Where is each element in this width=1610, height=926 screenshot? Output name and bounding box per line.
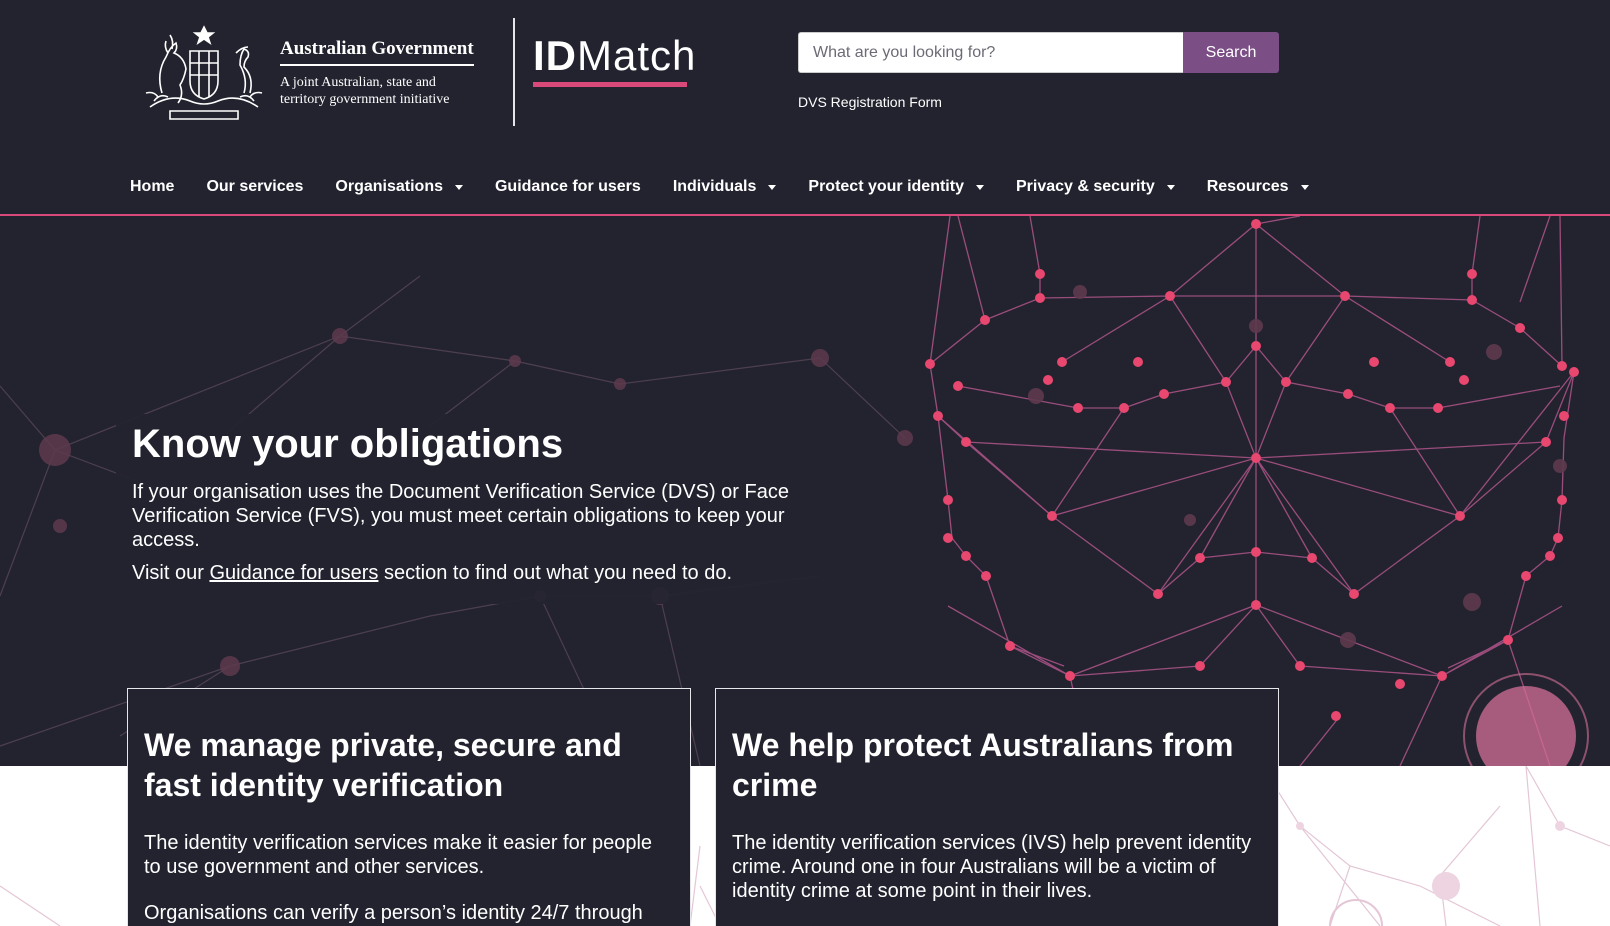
nav-label: Home bbox=[130, 178, 175, 195]
nav-protect-your-identity[interactable]: Protect your identity bbox=[792, 178, 1000, 196]
search-form: Search bbox=[798, 32, 1279, 73]
hero-title: Know your obligations bbox=[132, 422, 564, 466]
card-text-secondary: Organisations can verify a person’s iden… bbox=[144, 902, 643, 924]
government-subtitle: A joint Australian, state and territory … bbox=[280, 75, 450, 107]
info-card-verification: We manage private, secure and fast ident… bbox=[127, 688, 691, 926]
government-name: Australian Government bbox=[280, 38, 474, 66]
nav-label: Individuals bbox=[672, 178, 757, 195]
nav-guidance-for-users[interactable]: Guidance for users bbox=[479, 178, 657, 196]
nav-our-services[interactable]: Our services bbox=[190, 178, 319, 196]
caret-down-icon bbox=[975, 184, 984, 190]
hero-paragraph: If your organisation uses the Document V… bbox=[132, 481, 789, 551]
caret-down-icon bbox=[454, 184, 463, 190]
nav-individuals[interactable]: Individuals bbox=[657, 178, 793, 196]
idmatch-logo-link[interactable]: IDMatch bbox=[533, 32, 696, 87]
government-logo-link[interactable]: Australian Government A joint Australian… bbox=[140, 18, 530, 128]
nav-label: Organisations bbox=[335, 178, 443, 195]
guidance-for-users-link[interactable]: Guidance for users bbox=[209, 562, 378, 584]
coat-of-arms-icon bbox=[145, 25, 263, 120]
brand-underline bbox=[533, 82, 687, 87]
card-text: The identity verification services make … bbox=[144, 832, 653, 878]
nav-label: Protect your identity bbox=[808, 178, 964, 195]
nav-label: Our services bbox=[206, 178, 304, 195]
caret-down-icon bbox=[768, 184, 777, 190]
main-nav: Home Our services Organisations Guidance… bbox=[114, 170, 1325, 204]
caret-down-icon bbox=[1300, 184, 1309, 190]
nav-label: Guidance for users bbox=[494, 178, 641, 195]
search-button[interactable]: Search bbox=[1183, 32, 1279, 73]
idmatch-wordmark: IDMatch bbox=[533, 32, 696, 80]
site-header: Australian Government A joint Australian… bbox=[0, 0, 1610, 216]
logo-divider bbox=[513, 18, 515, 126]
card-title: We manage private, secure and fast ident… bbox=[144, 727, 622, 803]
nav-label: Resources bbox=[1206, 178, 1289, 195]
hero-visit-text: Visit our Guidance for users section to … bbox=[132, 562, 732, 585]
dvs-registration-link[interactable]: DVS Registration Form bbox=[798, 94, 942, 110]
nav-home[interactable]: Home bbox=[114, 178, 190, 196]
nav-organisations[interactable]: Organisations bbox=[319, 178, 479, 196]
hero-banner: Know your obligations If your organisati… bbox=[0, 216, 1610, 766]
card-title: We help protect Australians from crime bbox=[732, 727, 1234, 803]
brand-bold: ID bbox=[533, 32, 577, 79]
nav-privacy-security[interactable]: Privacy & security bbox=[1000, 178, 1191, 196]
nav-resources[interactable]: Resources bbox=[1191, 178, 1325, 196]
brand-rest: Match bbox=[577, 32, 697, 79]
visit-suffix: section to find out what you need to do. bbox=[378, 562, 733, 584]
nav-label: Privacy & security bbox=[1015, 178, 1155, 195]
caret-down-icon bbox=[1166, 184, 1175, 190]
info-card-protect: We help protect Australians from crime T… bbox=[715, 688, 1279, 926]
visit-prefix: Visit our bbox=[132, 562, 210, 584]
card-text: The identity verification services (IVS)… bbox=[732, 832, 1252, 902]
search-input[interactable] bbox=[798, 32, 1183, 73]
